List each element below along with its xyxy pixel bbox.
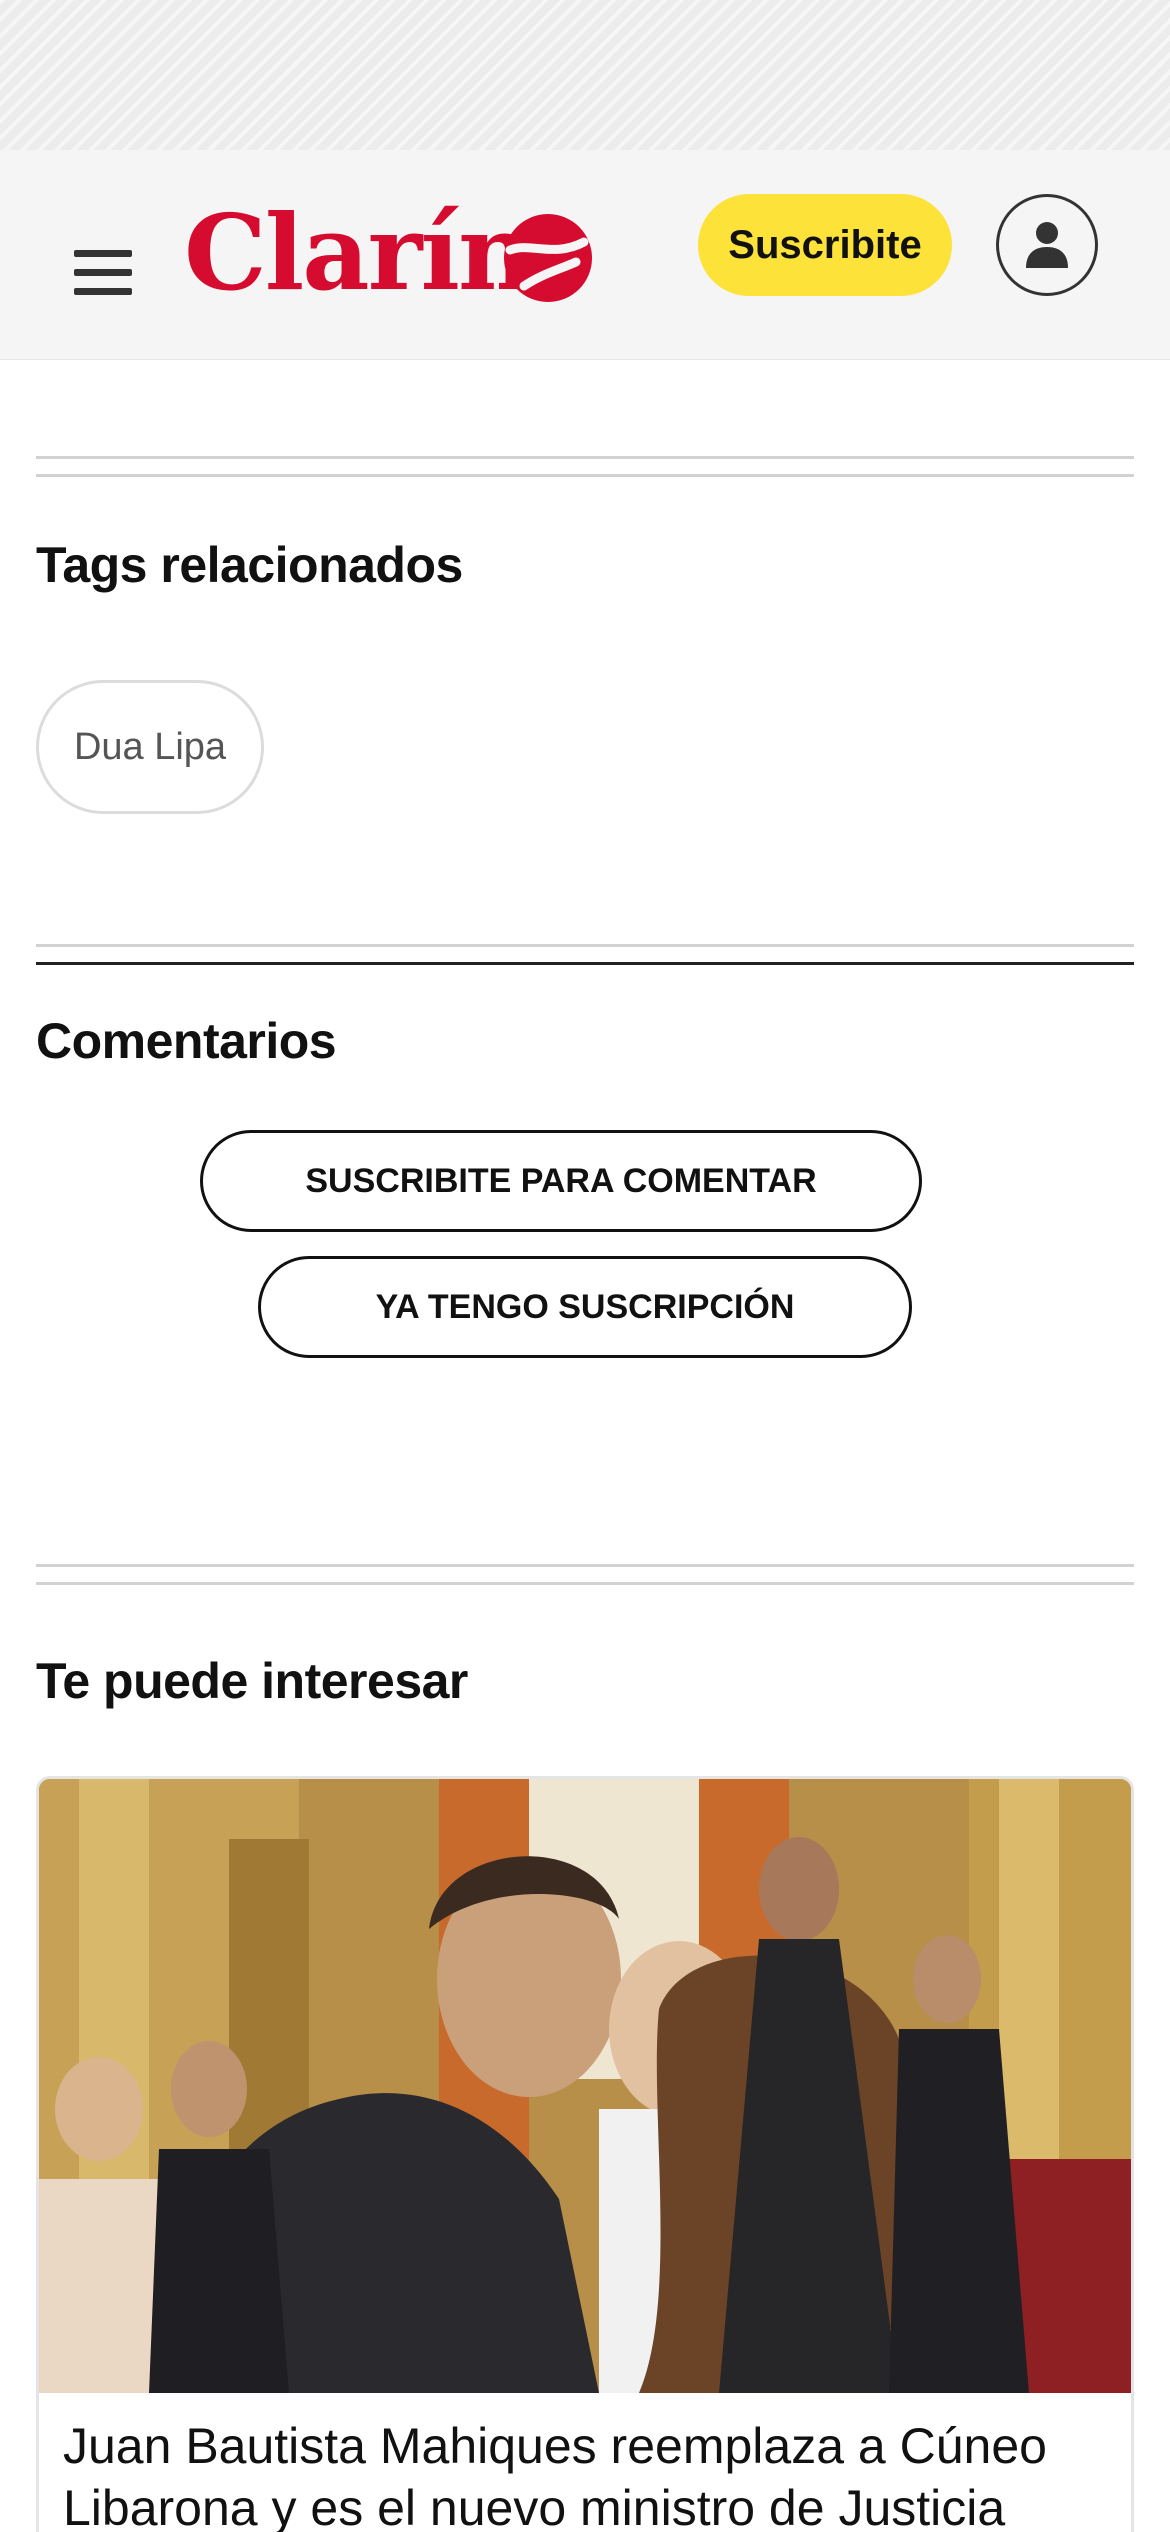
tag-pill[interactable]: Dua Lipa [36,680,264,814]
hamburger-menu-icon[interactable] [74,250,132,300]
divider [36,944,1134,947]
clarin-logo[interactable]: Clarín [184,198,594,308]
already-subscribed-button[interactable]: YA TENGO SUSCRIPCIÓN [258,1256,912,1358]
divider [36,1564,1134,1567]
divider [36,474,1134,477]
divider [36,962,1134,965]
divider [36,456,1134,459]
article-card[interactable]: Juan Bautista Mahiques reemplaza a Cúneo… [36,1776,1134,2532]
site-header: Clarín Suscribite [0,150,1170,360]
logo-wordmark: Clarín [184,191,534,314]
subscribe-to-comment-button[interactable]: SUSCRIBITE PARA COMENTAR [200,1130,922,1232]
article-photo-illustration [39,1779,1131,2393]
tags-section-title: Tags relacionados [36,537,463,593]
divider [36,1582,1134,1585]
user-account-button[interactable] [996,194,1098,296]
clarin-logo-mark-icon [504,214,592,302]
recommended-section-title: Te puede interesar [36,1653,468,1709]
article-photo [39,1779,1131,2393]
ad-banner-placeholder [0,0,1170,150]
user-icon [1026,222,1068,268]
subscribe-button[interactable]: Suscribite [698,194,952,296]
article-headline: Juan Bautista Mahiques reemplaza a Cúneo… [63,2418,1047,2532]
comments-section-title: Comentarios [36,1013,337,1069]
